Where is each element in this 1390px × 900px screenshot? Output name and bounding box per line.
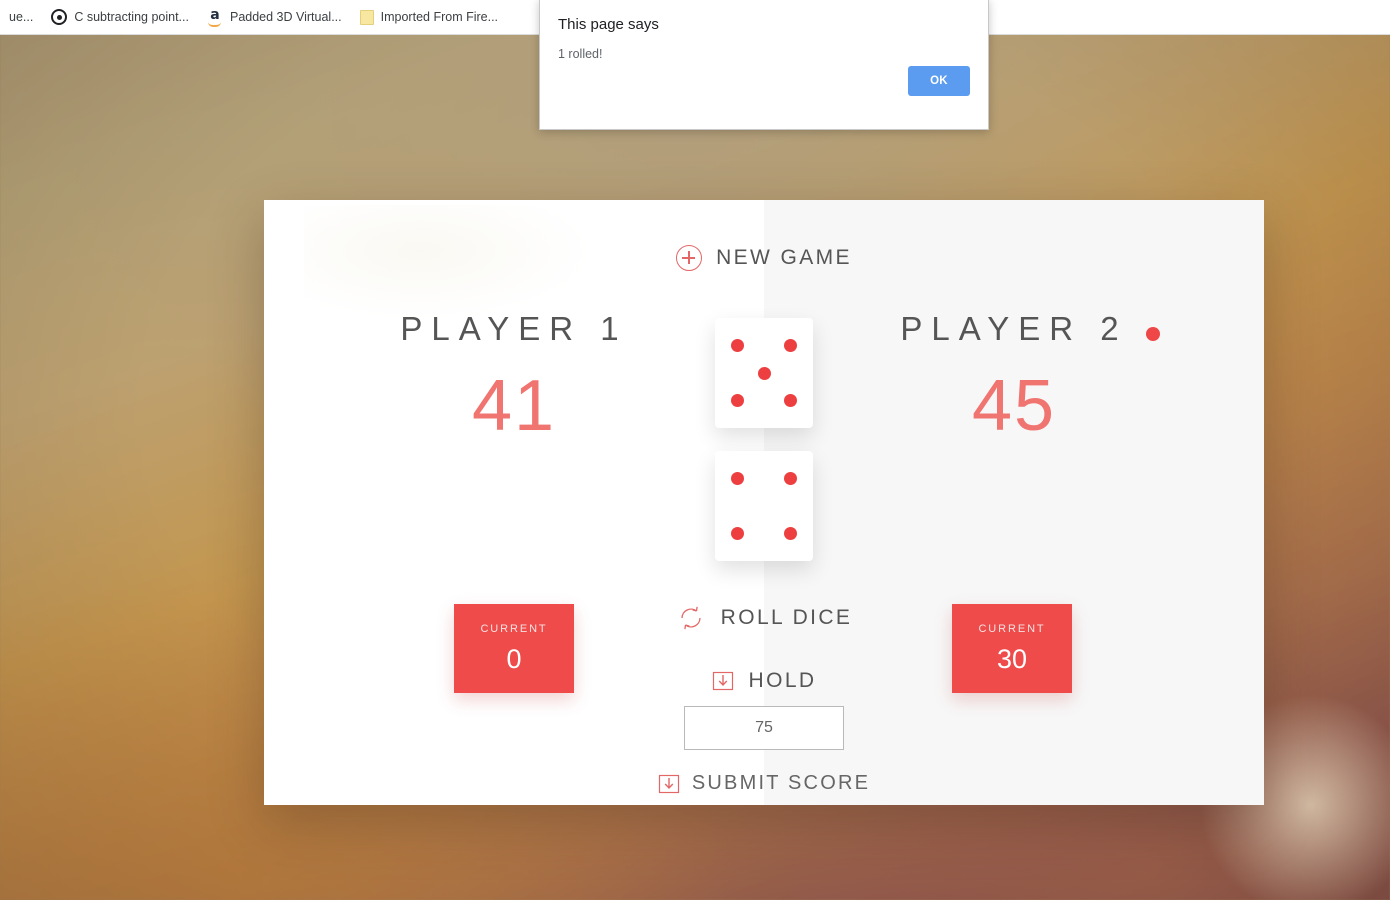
bookmark-item[interactable]: C subtracting point...	[42, 4, 198, 30]
player-1-name: PLAYER 1	[400, 310, 627, 348]
bookmark-item[interactable]: a Padded 3D Virtual...	[198, 4, 351, 30]
folder-icon	[359, 9, 374, 25]
submit-score-button[interactable]: SUBMIT SCORE	[264, 772, 1264, 795]
javascript-alert-dialog: This page says 1 rolled! OK	[539, 0, 989, 130]
roll-dice-button[interactable]: ROLL DICE	[264, 603, 1264, 633]
player-1-score: 41	[471, 366, 557, 446]
die-pip	[757, 366, 771, 380]
bookmark-label: ue...	[9, 10, 34, 24]
player-2-active-dot-icon	[1145, 327, 1160, 341]
dialog-ok-button[interactable]: OK	[908, 66, 970, 96]
plus-circle-icon	[676, 245, 703, 271]
dialog-message: 1 rolled!	[558, 47, 603, 61]
die-pip	[731, 394, 744, 407]
die-pip	[784, 472, 797, 485]
winning-score-input[interactable]	[684, 706, 844, 750]
die-pip	[731, 527, 744, 540]
new-game-button[interactable]: NEW GAME	[264, 245, 1264, 271]
game-panel: NEW GAME PLAYER 1 41 PLAYER 2 45 CURRENT…	[264, 200, 1264, 805]
die-pip	[731, 472, 744, 485]
amazon-icon: a	[207, 8, 223, 27]
bookmark-item[interactable]: ue...	[0, 4, 42, 30]
bookmark-label: Imported From Fire...	[380, 10, 499, 24]
bookmark-label: Padded 3D Virtual...	[229, 10, 342, 24]
submit-score-label: SUBMIT SCORE	[691, 772, 871, 794]
roll-dice-label: ROLL DICE	[720, 606, 853, 629]
player-1-section: PLAYER 1 41	[264, 310, 764, 442]
die-1	[715, 318, 813, 428]
submit-download-icon	[658, 773, 680, 795]
hold-button[interactable]: HOLD	[264, 669, 1264, 693]
player-2-name-text: PLAYER 2	[900, 310, 1128, 347]
hold-download-icon	[712, 670, 734, 692]
bookmark-label: C subtracting point...	[74, 10, 189, 24]
dialog-title: This page says	[558, 16, 659, 33]
record-circle-icon	[51, 9, 68, 25]
bookmark-item[interactable]: Imported From Fire...	[351, 4, 507, 30]
player-2-score: 45	[971, 366, 1057, 446]
hold-label: HOLD	[748, 669, 817, 692]
die-pip	[784, 339, 797, 352]
player-2-section: PLAYER 2 45	[764, 310, 1264, 442]
new-game-label: NEW GAME	[716, 246, 852, 269]
die-pip	[731, 339, 744, 352]
die-pip	[784, 527, 797, 540]
die-pip	[784, 394, 797, 407]
player-2-name: PLAYER 2	[900, 310, 1160, 348]
die-2	[715, 451, 813, 561]
refresh-icon	[676, 603, 706, 633]
player-1-name-text: PLAYER 1	[400, 310, 628, 347]
